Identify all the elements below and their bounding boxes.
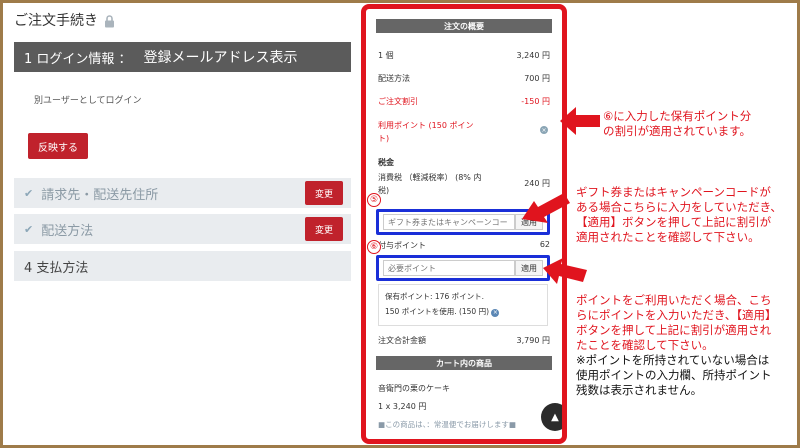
apply-button[interactable]: 反映する <box>28 133 88 159</box>
step-address[interactable]: ✔ 請求先・配送先住所 変更 <box>14 178 351 208</box>
cart-item-name: 音衛門の栗のケーキ <box>378 383 550 394</box>
total-label: 注文合計金額 <box>378 336 426 345</box>
other-user-login-link[interactable]: 別ユーザーとしてログイン <box>34 93 142 106</box>
item-qty: 1 x 3,240 円 <box>378 402 427 411</box>
summary-row-shipping: 配送方法 700 円 <box>378 73 550 84</box>
summary-header: 注文の概要 <box>376 19 552 33</box>
arrow-left-icon <box>543 258 587 284</box>
marker-6: ⑥ <box>367 240 381 254</box>
owned-points: 保有ポイント: 176 ポイント. <box>385 292 484 301</box>
item-note: ■この商品は、：常温便でお届けします■ <box>378 420 516 429</box>
tax-label-cont: 税) <box>378 186 390 195</box>
discount-label: ご注文割引 <box>378 97 418 106</box>
summary-row-discount: ご注文割引 -150 円 <box>378 96 550 107</box>
annotation-line: ポイントをご利用いただく場合、こち <box>576 293 772 307</box>
points-box: 適用 <box>376 255 550 281</box>
points-apply-button[interactable]: 適用 <box>515 260 543 276</box>
marker-5: ⑤ <box>367 193 381 207</box>
cart-item-note: ■この商品は、：常温便でお届けします■ <box>378 419 550 430</box>
annotation-gift-code: ギフト券またはキャンペーンコードが ある場合こちらに入力をしていただき、 【適用… <box>576 185 782 245</box>
annotation-line: ※ポイントを所持されていない場合は <box>576 353 770 367</box>
step-payment-label: 4 支払方法 <box>24 260 89 276</box>
step-login-label: 1 ログイン情報 ： <box>24 51 132 67</box>
change-address-button[interactable]: 変更 <box>305 181 343 205</box>
arrow-down-left-icon <box>522 193 570 223</box>
used-points: 150 ポイントを使用. (150 円) <box>385 307 490 316</box>
check-icon: ✔ <box>24 186 34 200</box>
summary-row-total: 注文合計金額 3,790 円 <box>378 335 550 346</box>
cart-header: カート内の商品 <box>376 356 552 370</box>
info-icon[interactable]: × <box>540 126 548 134</box>
annotation-discount: ⑥に入力した保有ポイント分 の割引が適用されています。 <box>603 109 751 139</box>
cart-item-qty: 1 x 3,240 円 <box>378 401 550 412</box>
tax-label: 消費税 （軽減税率） (8% 内 <box>378 173 482 182</box>
grant-points-label: 付与ポイント <box>378 241 426 250</box>
annotation-line: 【適用】ボタンを押して上記に割引が <box>576 215 772 229</box>
shipping-value: 700 円 <box>524 74 550 83</box>
scroll-up-icon[interactable]: ▲ <box>541 403 562 431</box>
annotation-line: ギフト券またはキャンペーンコードが <box>576 185 771 199</box>
annotation-line: らにポイントを入力いただき、【適用】 <box>576 308 777 322</box>
summary-row-grant-points: 付与ポイント 62 <box>378 240 550 251</box>
summary-row-qty: 1 個 3,240 円 <box>378 50 550 61</box>
annotation-line: 使用ポイントの入力欄、所持ポイント <box>576 368 772 382</box>
step-address-label: 請求先・配送先住所 <box>41 187 159 203</box>
qty-value: 3,240 円 <box>516 51 550 60</box>
remove-points-icon[interactable]: × <box>491 308 500 317</box>
grant-points-value: 62 <box>539 240 550 249</box>
item-name: 音衛門の栗のケーキ <box>378 384 450 393</box>
annotation-line: たことを確認して下さい。 <box>576 338 714 352</box>
owned-points-box: 保有ポイント: 176 ポイント. 150 ポイントを使用. (150 円) × <box>378 284 548 326</box>
page-title: ご注文手続き <box>14 10 115 30</box>
check-icon: ✔ <box>24 222 34 236</box>
step-login-header: 1 ログイン情報 ： 登録メールアドレス表示 <box>14 42 351 72</box>
total-value: 3,790 円 <box>516 336 550 345</box>
annotation-line: 適用されたことを確認して下さい。 <box>576 230 760 244</box>
discount-value: -150 円 <box>521 97 550 106</box>
gift-code-input[interactable] <box>383 214 515 230</box>
points-used-label: 利用ポイント (150 ポイン <box>378 121 474 130</box>
shipping-label: 配送方法 <box>378 74 410 83</box>
summary-row-points-used: 利用ポイント (150 ポイン ト) <box>378 119 550 145</box>
points-input[interactable] <box>383 260 515 276</box>
annotation-line: ある場合こちらに入力をしていただき、 <box>576 200 782 214</box>
lock-icon <box>105 14 114 27</box>
annotation-points: ポイントをご利用いただく場合、こち らにポイントを入力いただき、【適用】 ボタン… <box>576 293 776 398</box>
arrow-left-icon <box>560 107 600 135</box>
step-shipping[interactable]: ✔ 配送方法 変更 <box>14 214 351 244</box>
order-summary-panel: 注文の概要 1 個 3,240 円 配送方法 700 円 ご注文割引 -150 … <box>361 4 567 444</box>
qty-label: 1 個 <box>378 51 394 60</box>
points-used-label-cont: ト) <box>378 134 390 143</box>
step-shipping-label: 配送方法 <box>41 223 94 239</box>
annotation-line: ⑥に入力した保有ポイント分 <box>603 109 752 123</box>
annotation-line: ボタンを押して上記に割引が適用され <box>576 323 772 337</box>
change-shipping-button[interactable]: 変更 <box>305 217 343 241</box>
annotation-line: の割引が適用されています。 <box>603 124 752 138</box>
page-title-text: ご注文手続き <box>14 13 98 29</box>
tax-heading: 税金 <box>378 157 550 168</box>
tax-heading-text: 税金 <box>378 158 394 167</box>
login-email: 登録メールアドレス表示 <box>143 50 298 66</box>
step-payment[interactable]: 4 支払方法 <box>14 251 351 281</box>
annotation-line: 残数は表示されません。 <box>576 383 703 397</box>
